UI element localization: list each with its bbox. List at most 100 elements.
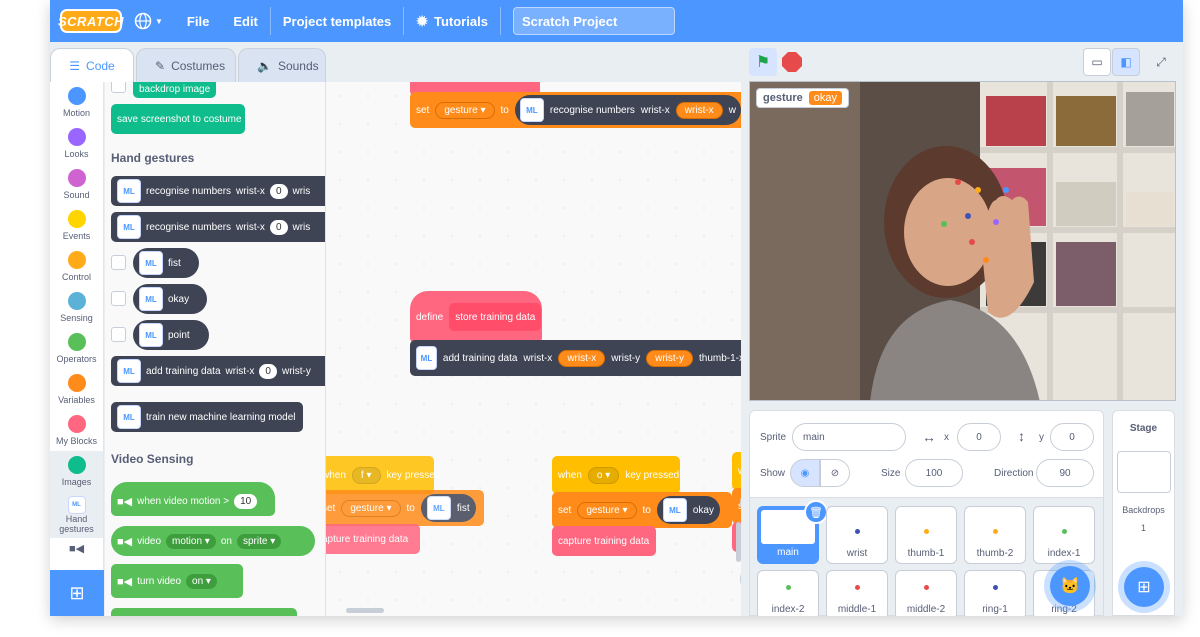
capture-training-data-call[interactable]: capture training data (552, 526, 656, 556)
tab-sounds[interactable]: 🔈 Sounds (238, 48, 326, 82)
backdrop-image-block[interactable]: backdrop image (133, 82, 217, 98)
delete-sprite-button[interactable]: 🗑 (804, 500, 828, 524)
sprite-tile-middle-2[interactable]: middle-2 (895, 570, 957, 616)
horizontal-scrollbar[interactable] (346, 608, 384, 613)
category-images[interactable]: Images (50, 451, 103, 492)
category-control[interactable]: Control (50, 246, 103, 287)
when-key-p-block[interactable]: when p ▾ (732, 452, 741, 490)
category-video-sensing[interactable]: ■◀ (50, 538, 103, 562)
project-templates-menu[interactable]: Project templates (271, 0, 403, 42)
turn-video-block[interactable]: ■◀ turn video on ▾ (111, 564, 243, 598)
file-menu[interactable]: File (175, 0, 221, 42)
show-visible-button[interactable]: ◉ (790, 459, 820, 487)
set-gesture-block[interactable]: set gesture ▾ to ML recognise numbers wr… (410, 92, 741, 128)
category-hand-gestures[interactable]: ML Hand gestures (50, 492, 103, 538)
category-variables[interactable]: Variables (50, 369, 103, 410)
fist-reporter[interactable]: ML fist (420, 494, 476, 522)
recognise-numbers-reporter[interactable]: ML recognise numbers wrist-x wrist-x w (514, 95, 741, 125)
tab-costumes[interactable]: ✎ Costumes (136, 48, 236, 82)
capture-training-data-call[interactable]: apture training data (326, 524, 420, 554)
block-text: fist (168, 257, 181, 269)
stage-canvas[interactable]: gesture okay (749, 81, 1176, 401)
category-looks[interactable]: Looks (50, 123, 103, 164)
x-input[interactable]: 0 (957, 423, 1001, 451)
category-events[interactable]: Events (50, 205, 103, 246)
wrist-x-input[interactable]: 0 (269, 183, 288, 199)
sprite-tile-ring-1[interactable]: ring-1 (964, 570, 1026, 616)
sprite-name-input[interactable]: main (792, 423, 906, 451)
okay-reporter[interactable]: ML okay (133, 284, 207, 314)
category-my-blocks[interactable]: My Blocks (50, 410, 103, 451)
video-state-dropdown[interactable]: on ▾ (186, 573, 217, 589)
add-training-data-block[interactable]: ML add training data wrist-x wrist-x wri… (410, 340, 741, 376)
sprite-tile-thumb-1[interactable]: thumb-1 (895, 506, 957, 564)
motion-threshold-input[interactable]: 10 (234, 493, 258, 509)
add-extension-button[interactable]: ⊞ (50, 570, 104, 616)
zoom-reset-button[interactable]: = (740, 564, 741, 594)
set-gesture-fist-block[interactable]: set gesture ▾ to ML fist (326, 490, 484, 526)
normal-stage-button[interactable]: ◧ (1112, 48, 1140, 76)
sprite-tile-middle-1[interactable]: middle-1 (826, 570, 888, 616)
variable-dropdown[interactable]: gesture ▾ (341, 499, 401, 517)
project-title-input[interactable]: Scratch Project (512, 7, 675, 35)
video-motion-reporter[interactable]: ■◀ video motion ▾ on sprite ▾ (111, 526, 315, 556)
ml-icon: ML (662, 498, 687, 522)
recognise-numbers-block[interactable]: ML recognise numbers wrist-x 0 wris (111, 212, 325, 242)
y-input[interactable]: 0 (1050, 423, 1094, 451)
scratch-logo[interactable]: SCRATCH (58, 9, 124, 33)
variable-dropdown[interactable]: gesture ▾ (435, 101, 495, 119)
custom-block-label: store training data (449, 303, 542, 331)
vertical-scrollbar[interactable] (736, 522, 741, 562)
okay-reporter[interactable]: ML okay (656, 496, 720, 524)
key-dropdown[interactable]: o ▾ (587, 466, 620, 484)
wrist-x-input[interactable]: 0 (259, 363, 277, 379)
train-model-block[interactable]: ML train new machine learning model (111, 402, 303, 432)
choose-backdrop-button[interactable]: ⊞ (1124, 567, 1164, 607)
define-block[interactable]: define store training data (410, 291, 542, 343)
fist-reporter[interactable]: ML fist (133, 248, 199, 278)
key-dropdown[interactable]: f ▾ (351, 466, 381, 484)
when-video-motion-block[interactable]: ■◀ when video motion > 10 (111, 482, 275, 516)
block-checkbox[interactable] (111, 82, 126, 93)
category-sound[interactable]: Sound (50, 164, 103, 205)
choose-sprite-button[interactable]: 🐱 (1050, 566, 1090, 606)
fullscreen-button[interactable]: ⤢ (1147, 48, 1175, 76)
add-training-data-block[interactable]: ML add training data wrist-x 0 wrist-y (111, 356, 325, 386)
sprite-tile-wrist[interactable]: wrist (826, 506, 888, 564)
recognise-numbers-block[interactable]: ML recognise numbers wrist-x 0 wris (111, 176, 325, 206)
tab-code[interactable]: ☰ Code (50, 48, 134, 82)
wrist-y-variable[interactable]: wrist-y (646, 349, 693, 367)
small-stage-button[interactable]: ▭ (1083, 48, 1111, 76)
wrist-x-variable[interactable]: wrist-x (675, 101, 723, 119)
when-key-o-block[interactable]: when o ▾ key pressed (552, 456, 680, 494)
block-checkbox[interactable] (111, 291, 126, 306)
language-menu[interactable]: ▼ (122, 0, 175, 42)
set-gesture-okay-block[interactable]: set gesture ▾ to ML okay (552, 492, 732, 528)
code-workspace[interactable]: set gesture ▾ to ML recognise numbers wr… (326, 82, 741, 616)
category-operators[interactable]: Operators (50, 328, 103, 369)
show-hidden-button[interactable]: ⊘ (820, 459, 850, 487)
edit-menu[interactable]: Edit (221, 0, 270, 42)
wrist-x-input[interactable]: 0 (269, 219, 288, 235)
sprite-tile-index-1[interactable]: index-1 (1033, 506, 1095, 564)
category-motion[interactable]: Motion (50, 82, 103, 123)
video-block-partial[interactable] (111, 608, 297, 616)
when-key-f-block[interactable]: when f ▾ key pressed (326, 456, 440, 494)
stop-button[interactable] (782, 52, 802, 72)
wrist-x-variable[interactable]: wrist-x (558, 349, 606, 367)
category-sensing[interactable]: Sensing (50, 287, 103, 328)
subject-dropdown[interactable]: sprite ▾ (236, 533, 282, 549)
sprite-tile-index-2[interactable]: index-2 (757, 570, 819, 616)
tutorials-menu[interactable]: ✹ Tutorials (404, 0, 500, 42)
point-reporter[interactable]: ML point (133, 320, 209, 350)
attribute-dropdown[interactable]: motion ▾ (166, 533, 216, 549)
variable-dropdown[interactable]: gesture ▾ (577, 501, 637, 519)
block-checkbox[interactable] (111, 255, 126, 270)
size-input[interactable]: 100 (905, 459, 963, 487)
block-checkbox[interactable] (111, 327, 126, 342)
green-flag-button[interactable]: ⚑ (749, 48, 777, 76)
stage-target-panel[interactable]: Stage Backdrops 1 ⊞ (1112, 410, 1175, 616)
direction-input[interactable]: 90 (1036, 459, 1094, 487)
sprite-tile-thumb-2[interactable]: thumb-2 (964, 506, 1026, 564)
save-screenshot-block[interactable]: save screenshot to costume (111, 104, 245, 134)
